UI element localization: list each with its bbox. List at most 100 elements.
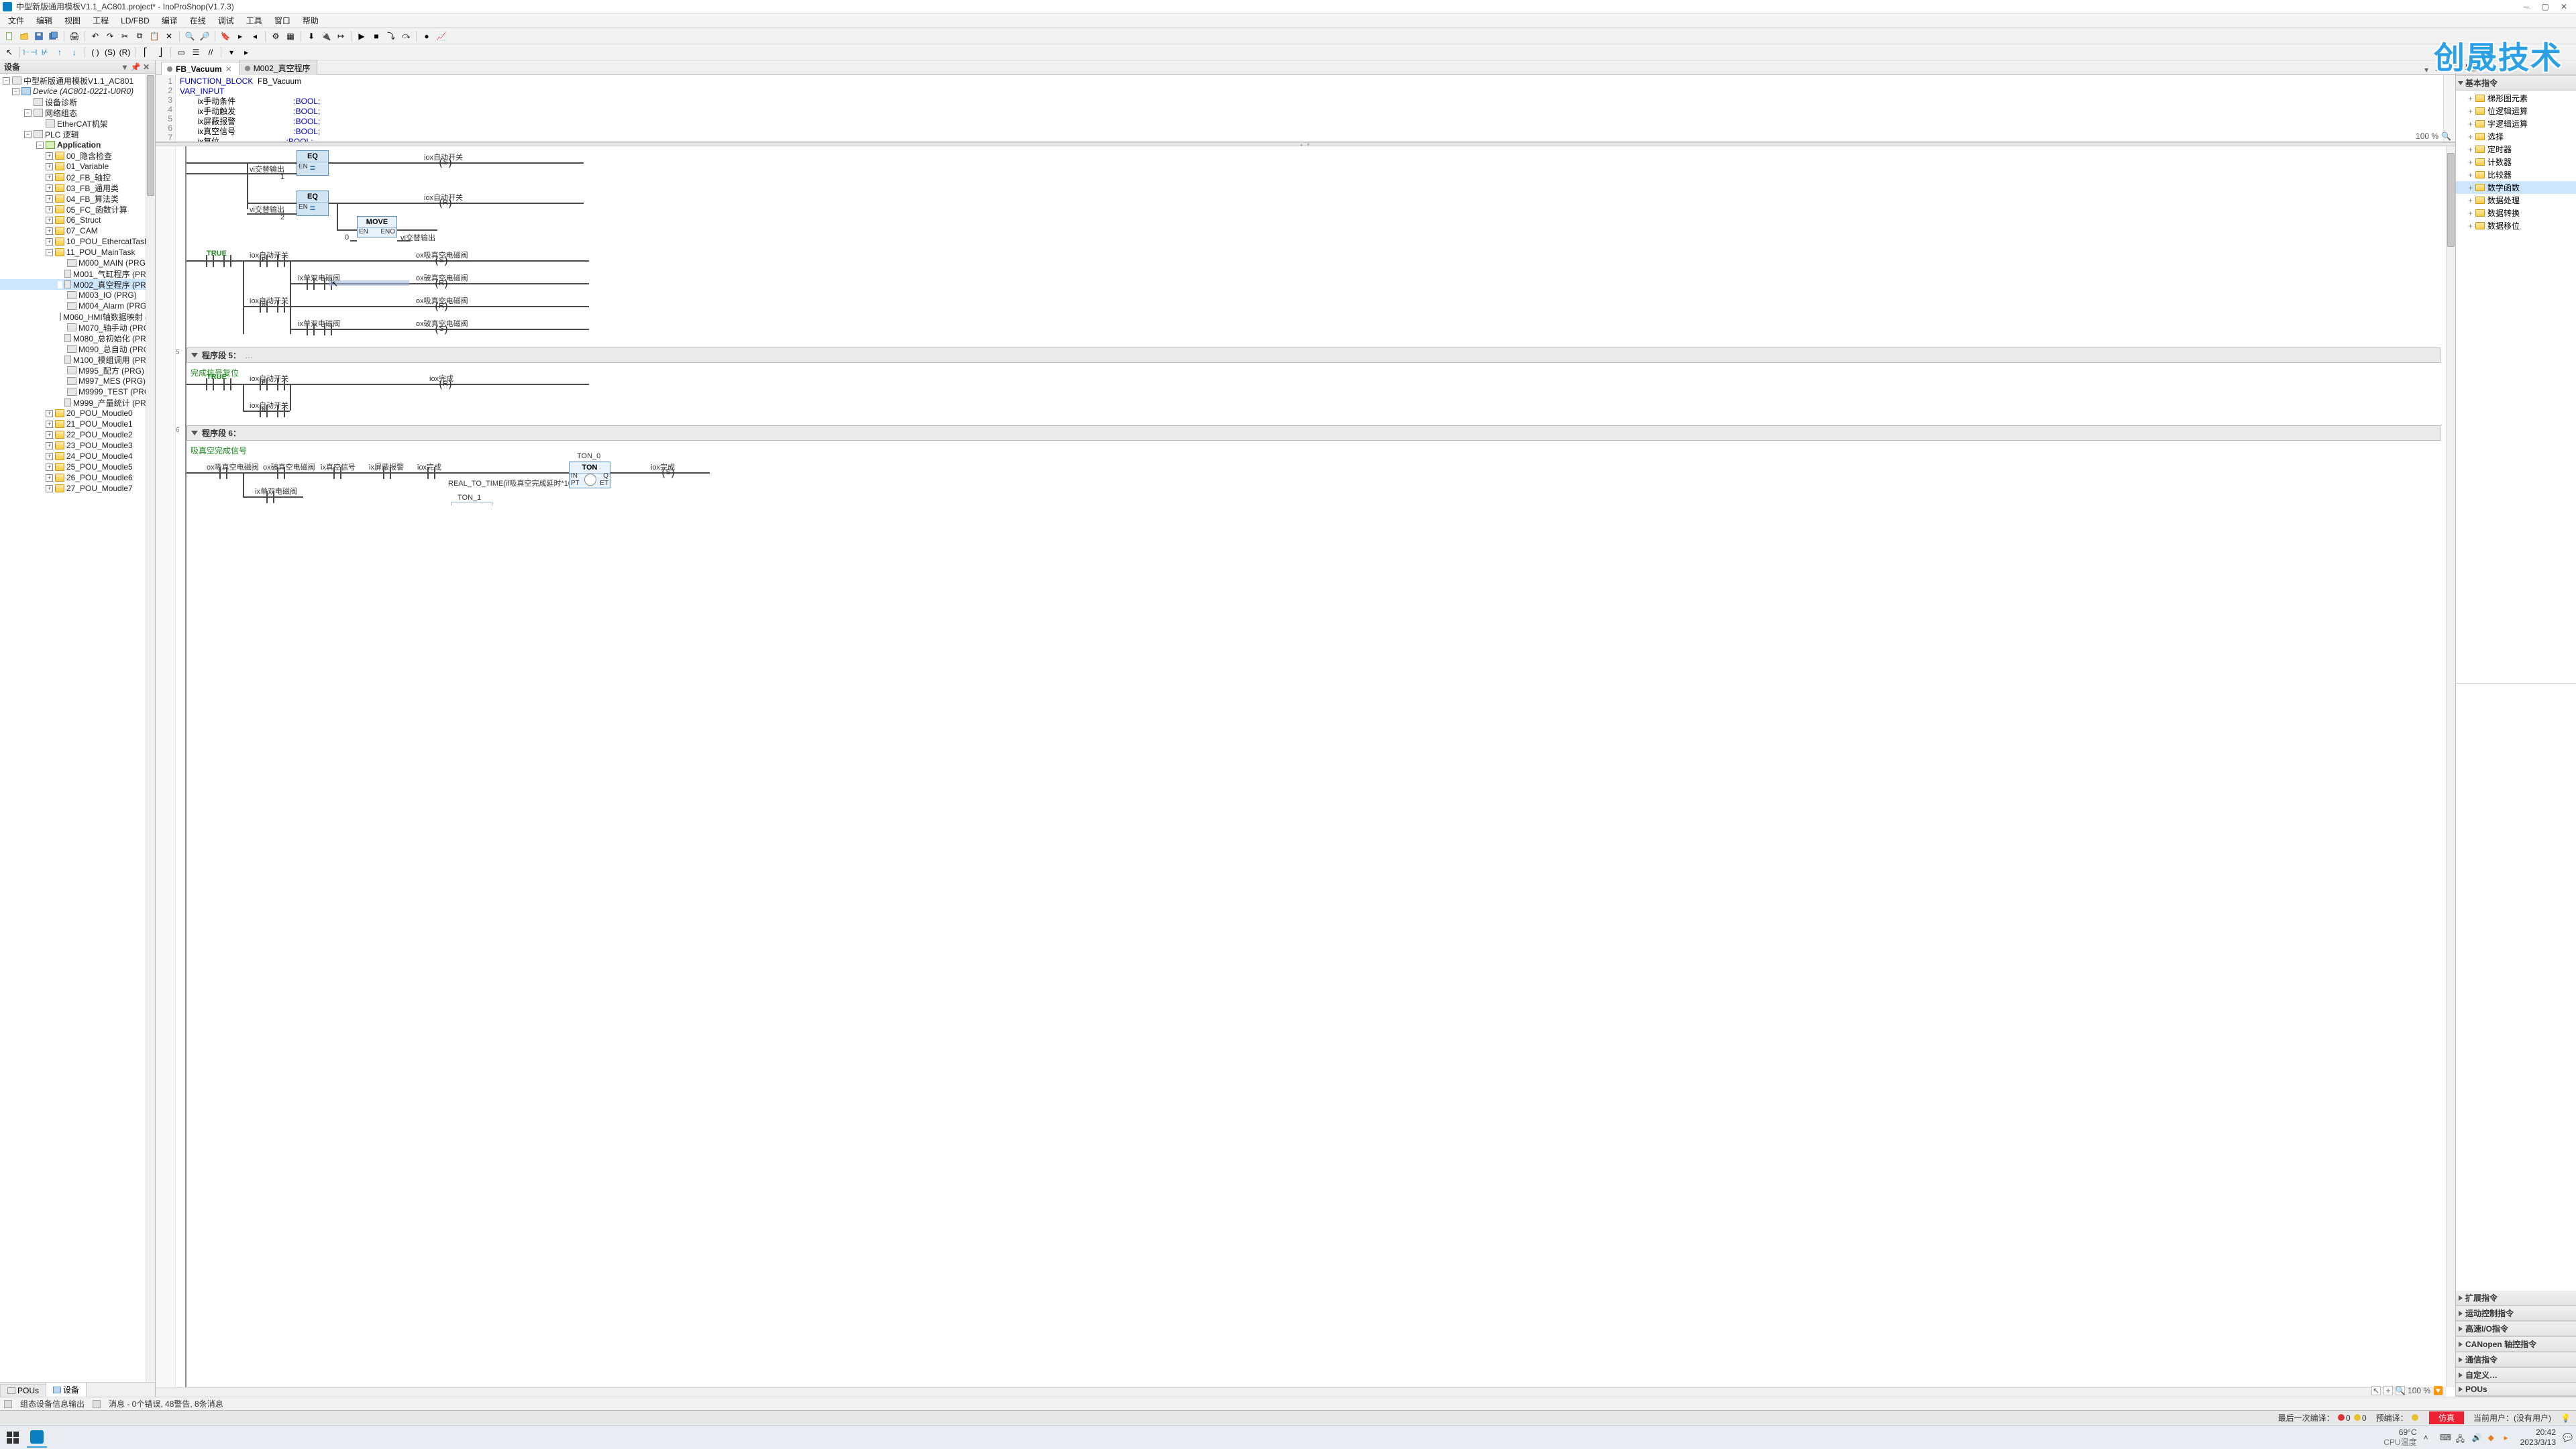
collapse-icon[interactable] (191, 353, 198, 358)
findnext-icon[interactable]: 🔎 (198, 30, 211, 43)
tree-pou[interactable]: M090_总自动 (PRG) (0, 343, 155, 354)
rp-fav-header[interactable]: 收藏夹 (2456, 60, 2576, 75)
contact-p-2b[interactable] (274, 378, 288, 390)
tree-folder[interactable]: +02_FB_轴控 (0, 172, 155, 182)
online-icon[interactable]: 🔌 (319, 30, 333, 43)
contact-ds-1[interactable] (303, 278, 318, 290)
breakpoint-icon[interactable]: ● (420, 30, 433, 43)
login-icon[interactable]: ↦ (334, 30, 347, 43)
close-button[interactable]: ✕ (2555, 1, 2573, 13)
tree-pou[interactable]: M100_模组调用 (PRG) (0, 354, 155, 365)
coil-s-2[interactable]: (S) (433, 255, 449, 267)
fb-move[interactable]: MOVE EN ENO (357, 216, 397, 237)
rp-basic-item[interactable]: +梯形图元素 (2456, 92, 2576, 105)
coil-r-1[interactable]: (R) (437, 197, 453, 209)
tree-application[interactable]: −Application (0, 140, 155, 150)
tree-pou[interactable]: M080_总初始化 (PRG) (0, 333, 155, 343)
tree-folder[interactable]: +22_POU_Moudle2 (0, 429, 155, 440)
zoom-plus-icon[interactable]: + (2383, 1386, 2393, 1395)
rp-ext-header[interactable]: 扩展指令 (2456, 1291, 2576, 1305)
contact-oxpo[interactable] (274, 467, 288, 479)
tree-folder[interactable]: +07_CAM (0, 225, 155, 236)
ladder-canvas[interactable]: EQ EN = vi交替输出 1 iox自动开关 (S) EQ (156, 146, 2446, 1387)
rp-comm-header[interactable]: 通信指令 (2456, 1352, 2576, 1367)
contact-true-2b[interactable] (220, 378, 235, 390)
rp-basic-item[interactable]: +位逻辑运算 (2456, 105, 2576, 117)
tray-notify-icon[interactable]: 💬 (2563, 1433, 2572, 1442)
menu-file[interactable]: 文件 (3, 13, 30, 28)
download-icon[interactable]: ⬇ (305, 30, 318, 43)
zoom-icon[interactable]: 🔍 (2441, 131, 2451, 141)
start-button[interactable] (4, 1429, 21, 1446)
contact-ds-2b[interactable] (321, 323, 335, 335)
coil-r-4[interactable]: (R) (437, 378, 453, 390)
contact-n-icon[interactable]: ↓ (68, 46, 81, 59)
collapse-icon[interactable]: ▾ (225, 46, 238, 59)
rp-basic-item[interactable]: +数据转换 (2456, 207, 2576, 219)
trace-icon[interactable]: 📈 (435, 30, 448, 43)
branch-close-icon[interactable]: ⎦ (154, 46, 167, 59)
tree-folder[interactable]: +03_FB_通用类 (0, 182, 155, 193)
tab-list-icon[interactable]: ▾ (2422, 65, 2431, 74)
rp-canopen-header[interactable]: CANopen 轴控指令 (2456, 1337, 2576, 1352)
paste-icon[interactable]: 📋 (148, 30, 161, 43)
tree-folder[interactable]: +04_FB_算法类 (0, 193, 155, 204)
decl-code[interactable]: FUNCTION_BLOCK FB_Vacuum VAR_INPUT ix手动条… (176, 75, 2443, 142)
pointer-icon[interactable]: ↖ (2371, 1386, 2381, 1395)
print-icon[interactable]: 🖨 (68, 30, 81, 43)
tree-netcfg[interactable]: −网络组态 (0, 107, 155, 118)
rp-basic-item[interactable]: +数学函数 (2456, 181, 2576, 194)
contact-true-1[interactable] (203, 255, 217, 267)
minimize-button[interactable]: ─ (2517, 1, 2536, 13)
tree-pou[interactable]: M003_IO (PRG) (0, 290, 155, 301)
branch-open-icon[interactable]: ⎡ (139, 46, 152, 59)
menu-project[interactable]: 工程 (87, 13, 114, 28)
bookmark-prev-icon[interactable]: ◂ (248, 30, 262, 43)
tree-device[interactable]: −Device (AC801-0221-U0R0) (0, 86, 155, 97)
find-icon[interactable]: 🔍 (183, 30, 197, 43)
menu-tools[interactable]: 工具 (241, 13, 268, 28)
menu-ldfbd[interactable]: LD/FBD (115, 15, 155, 27)
ladder-editor[interactable]: EQ EN = vi交替输出 1 iox自动开关 (S) EQ (156, 146, 2455, 1397)
tree-root[interactable]: −中型新版通用模板V1.1_AC801 (0, 75, 155, 86)
tree-folder[interactable]: +27_POU_Moudle7 (0, 483, 155, 494)
copy-icon[interactable]: ⧉ (133, 30, 146, 43)
delete-icon[interactable]: ✕ (162, 30, 176, 43)
fb-eq-1[interactable]: EQ EN = (297, 150, 329, 176)
zoom-search-icon[interactable]: 🔍 (2396, 1386, 2405, 1395)
tray-cloud-icon[interactable]: ▸ (2504, 1433, 2514, 1442)
rp-basic-item[interactable]: +字逻辑运算 (2456, 117, 2576, 130)
tray-bt-icon[interactable]: ◆ (2488, 1433, 2498, 1442)
network-insert-icon[interactable]: ☰ (189, 46, 203, 59)
editor-tab-m002[interactable]: M002_真空程序 (239, 60, 318, 75)
contact-ioxdone[interactable] (424, 467, 439, 479)
rp-basic-item[interactable]: +数据处理 (2456, 194, 2576, 207)
fb-insert-icon[interactable]: ▭ (174, 46, 188, 59)
stepover-icon[interactable]: ⤼ (399, 30, 413, 43)
rp-pous-header[interactable]: POUs (2456, 1383, 2576, 1396)
tab-pous[interactable]: POUs (0, 1384, 46, 1397)
tab-close-icon[interactable]: ✕ (225, 64, 232, 74)
coil-icon[interactable]: ( ) (89, 46, 102, 59)
tree-folder[interactable]: +01_Variable (0, 161, 155, 172)
tree-pou[interactable]: M000_MAIN (PRG) (0, 258, 155, 268)
redo-icon[interactable]: ↷ (103, 30, 117, 43)
ladder-scrollbar-h[interactable] (156, 1387, 2446, 1397)
tree-pou[interactable]: M060_HMI轴数据映射 (PRG) (0, 311, 155, 322)
tab-devices[interactable]: 设备 (46, 1382, 87, 1397)
stop-icon[interactable]: ■ (370, 30, 383, 43)
contact-p-2[interactable]: P (256, 378, 271, 390)
expand-icon[interactable]: ▸ (239, 46, 253, 59)
open-icon[interactable] (17, 30, 31, 43)
menu-view[interactable]: 视图 (59, 13, 86, 28)
tree-folder[interactable]: +06_Struct (0, 215, 155, 225)
fb-eq-2[interactable]: EQ EN = (297, 191, 329, 216)
saveall-icon[interactable] (47, 30, 60, 43)
menu-compile[interactable]: 编译 (156, 13, 183, 28)
menu-online[interactable]: 在线 (184, 13, 211, 28)
rp-custom-header[interactable]: 自定义… (2456, 1368, 2576, 1383)
tree-pou[interactable]: M997_MES (PRG) (0, 376, 155, 386)
coil-r-2[interactable]: (R) (433, 278, 449, 290)
rp-basic-item[interactable]: +比较器 (2456, 168, 2576, 181)
panel-close-icon[interactable]: ✕ (142, 62, 151, 72)
